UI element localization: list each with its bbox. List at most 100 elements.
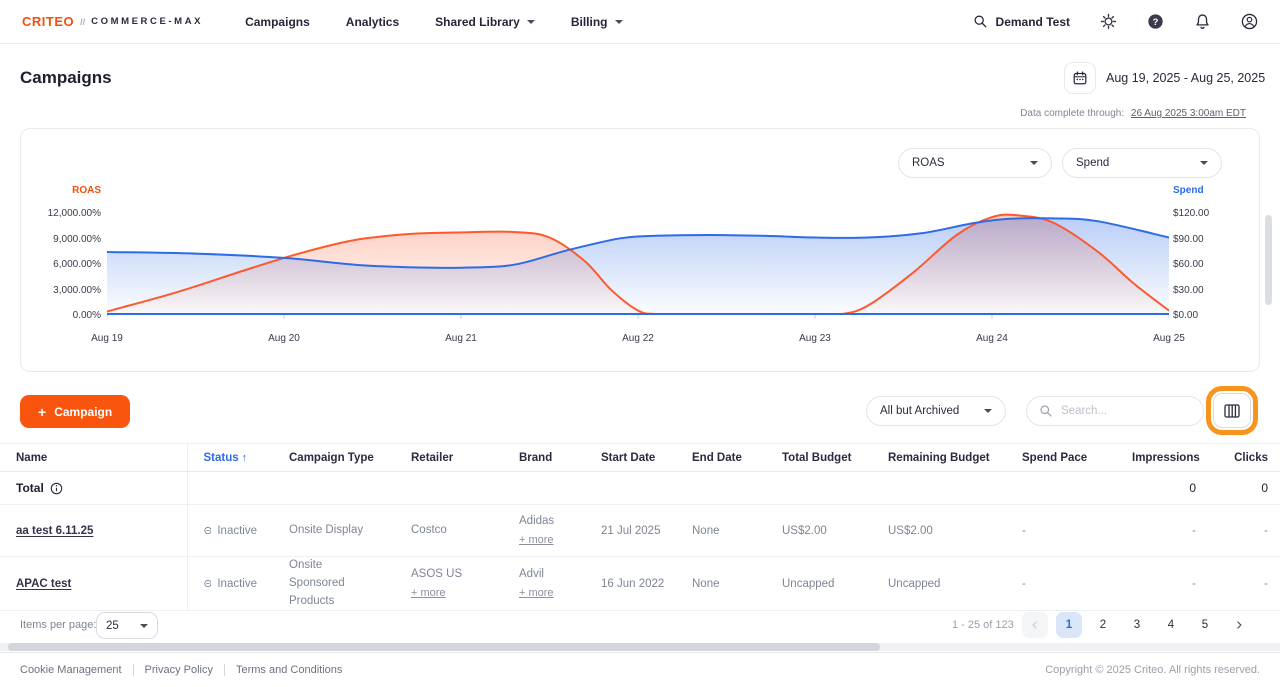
status-filter-select[interactable]: All but Archived [866, 396, 1006, 426]
chevron-down-icon [615, 20, 623, 24]
horizontal-scrollbar-track[interactable] [0, 643, 1280, 651]
page-title: Campaigns [20, 68, 112, 88]
retailer-more-link[interactable]: + more [411, 585, 446, 603]
page-button-4[interactable]: 4 [1158, 612, 1184, 638]
calendar-icon [1072, 70, 1088, 86]
pagination-range: 1 - 25 of 123 [952, 619, 1014, 631]
left-metric-select[interactable]: ROAS [898, 148, 1052, 178]
page-button-1[interactable]: 1 [1056, 612, 1082, 638]
right-axis-tick: $0.00 [1173, 309, 1198, 323]
date-picker-button[interactable] [1064, 62, 1096, 94]
left-axis-tick: 3,000.00% [21, 284, 101, 298]
table-row: APAC test Inactive Onsite Sponsored Prod… [0, 557, 1280, 611]
total-label: Total [16, 481, 44, 495]
nav-item-shared-library[interactable]: Shared Library [435, 15, 535, 29]
column-header-end-date[interactable]: End Date [676, 444, 766, 472]
page-button-3[interactable]: 3 [1124, 612, 1150, 638]
x-axis-label: Aug 25 [1139, 333, 1199, 344]
nav-item-billing[interactable]: Billing [571, 15, 623, 29]
settings-button[interactable] [1100, 13, 1117, 30]
brand-cell: Adidas [519, 515, 554, 527]
campaign-name-link[interactable]: aa test 6.11.25 [16, 525, 93, 537]
column-header-clicks[interactable]: Clicks [1212, 444, 1280, 472]
date-range-value[interactable]: Aug 19, 2025 - Aug 25, 2025 [1106, 71, 1248, 85]
help-button[interactable]: ? [1147, 13, 1164, 30]
vertical-scrollbar-thumb[interactable] [1265, 215, 1272, 305]
items-per-page-select[interactable]: 25 [96, 612, 158, 639]
right-metric-select[interactable]: Spend [1062, 148, 1222, 178]
inactive-status-icon [204, 524, 212, 537]
next-page-button[interactable] [1226, 612, 1252, 638]
left-axis-tick: 9,000.00% [21, 233, 101, 247]
logo-criteo: CRITEO [22, 14, 74, 29]
column-header-spend-pace[interactable]: Spend Pace [1006, 444, 1116, 472]
bell-icon [1194, 13, 1211, 30]
table-total-row: Total 0 0 [0, 472, 1280, 505]
logo-commerce-max: COMMERCE-MAX [91, 16, 203, 27]
footer-divider [224, 664, 225, 676]
new-campaign-label: Campaign [54, 405, 112, 419]
data-complete-link[interactable]: 26 Aug 2025 3:00am EDT [1131, 108, 1246, 119]
right-axis-tick: $90.00 [1173, 233, 1204, 247]
column-settings-button[interactable] [1213, 393, 1251, 428]
footer-divider [133, 664, 134, 676]
nav-item-campaigns[interactable]: Campaigns [245, 15, 310, 29]
account-button[interactable] [1241, 13, 1258, 30]
items-per-page-value: 25 [106, 620, 119, 632]
chevron-right-icon [1233, 619, 1245, 631]
user-avatar-icon [1241, 13, 1258, 30]
right-axis-tick: $30.00 [1173, 284, 1204, 298]
page-button-5[interactable]: 5 [1192, 612, 1218, 638]
chevron-down-icon [527, 20, 535, 24]
page-button-2[interactable]: 2 [1090, 612, 1116, 638]
new-campaign-button[interactable]: + Campaign [20, 395, 130, 428]
brand-cell: Advil [519, 568, 544, 580]
clicks-cell: - [1212, 557, 1280, 611]
spend-pace-cell: - [1006, 505, 1116, 557]
column-header-retailer[interactable]: Retailer [395, 444, 503, 472]
privacy-policy-link[interactable]: Privacy Policy [145, 664, 213, 676]
data-complete-label: Data complete through: [1020, 108, 1124, 119]
column-header-brand[interactable]: Brand [503, 444, 585, 472]
horizontal-scrollbar-thumb[interactable] [8, 643, 880, 651]
column-header-status[interactable]: Status↑ [187, 444, 273, 472]
campaigns-table: Name Status↑ Campaign Type Retailer Bran… [0, 443, 1280, 611]
info-icon[interactable] [50, 482, 63, 495]
retailer-cell: Costco [411, 524, 447, 536]
chevron-down-icon [1200, 161, 1208, 165]
column-header-campaign-type[interactable]: Campaign Type [273, 444, 395, 472]
nav-item-analytics[interactable]: Analytics [346, 15, 399, 29]
column-header-total-budget[interactable]: Total Budget [766, 444, 872, 472]
column-header-start-date[interactable]: Start Date [585, 444, 676, 472]
impressions-cell: - [1116, 505, 1212, 557]
copyright-text: Copyright © 2025 Criteo. All rights rese… [1045, 664, 1260, 676]
column-header-name[interactable]: Name [0, 444, 187, 472]
highlight-annotation-ring [1206, 386, 1258, 435]
column-header-remaining-budget[interactable]: Remaining Budget [872, 444, 1006, 472]
campaign-type-cell: Onsite Display [273, 505, 395, 557]
campaign-name-link[interactable]: APAC test [16, 578, 71, 590]
total-clicks: 0 [1212, 472, 1280, 505]
account-search-selector[interactable]: Demand Test [973, 14, 1070, 29]
right-axis-title: Spend [1173, 185, 1204, 196]
criteo-commerce-max-logo[interactable]: CRITEO // COMMERCE-MAX [22, 14, 203, 29]
plus-icon: + [38, 405, 46, 419]
notifications-button[interactable] [1194, 13, 1211, 30]
table-columns-icon [1224, 404, 1240, 418]
x-axis-label: Aug 24 [962, 333, 1022, 344]
column-header-impressions[interactable]: Impressions [1116, 444, 1212, 472]
end-date-cell: None [676, 505, 766, 557]
table-search-box [1026, 396, 1204, 426]
terms-and-conditions-link[interactable]: Terms and Conditions [236, 664, 342, 676]
right-metric-value: Spend [1076, 157, 1109, 169]
left-axis-tick: 6,000.00% [21, 258, 101, 272]
brand-more-link[interactable]: + more [519, 532, 554, 550]
left-axis-tick: 0.00% [21, 309, 101, 323]
main-nav: Campaigns Analytics Shared Library Billi… [245, 15, 622, 29]
search-input[interactable] [1061, 405, 1181, 417]
data-complete-note: Data complete through: 26 Aug 2025 3:00a… [1020, 108, 1246, 119]
previous-page-button[interactable] [1022, 612, 1048, 638]
cookie-management-link[interactable]: Cookie Management [20, 664, 122, 676]
brand-more-link[interactable]: + more [519, 585, 554, 603]
end-date-cell: None [676, 557, 766, 611]
